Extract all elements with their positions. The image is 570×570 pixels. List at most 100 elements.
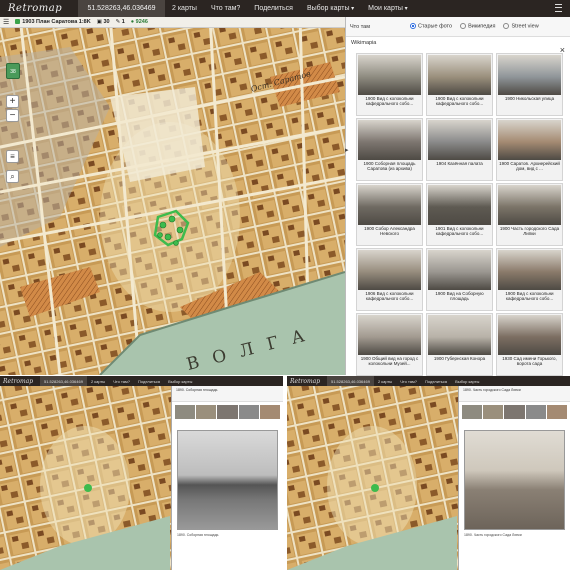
photo-caption[interactable]: 1900 Вид на Соборную площадь <box>428 291 491 310</box>
radio-old-photos[interactable]: Старые фото <box>410 23 453 30</box>
photo-caption[interactable]: 1900 Вид с колокольни кафедрального собо… <box>498 291 561 310</box>
photo-thumbnail[interactable] <box>428 55 491 95</box>
photo-caption[interactable]: 1900 Саратов. Архиерейский дом, вид с ..… <box>498 161 561 180</box>
zoom-out-button[interactable]: − <box>6 109 19 122</box>
mini-logo: Retromap <box>290 377 321 385</box>
historic-map-view[interactable]: Ост. Саратов ВОЛГА <box>0 17 345 375</box>
nav-two-maps[interactable]: 2 карты <box>165 5 204 12</box>
layers-icon[interactable]: ≡ <box>6 150 19 163</box>
photo-thumbnail[interactable] <box>428 185 491 225</box>
mini-nav-item: 2 карты <box>377 378 393 384</box>
hamburger-menu-icon[interactable] <box>555 4 562 12</box>
nav-my-maps[interactable]: Мои карты <box>361 5 414 12</box>
photo-caption[interactable]: 1900 Соборная площадь Саратова (из архив… <box>358 161 421 180</box>
radio-unchecked-icon <box>503 23 510 30</box>
map-color-icon <box>15 19 21 25</box>
photo-card[interactable]: 1900 Вид с колокольни кафедрального собо… <box>426 53 493 116</box>
photo-thumbnail[interactable] <box>498 315 561 355</box>
photo-thumbnail[interactable] <box>498 250 561 290</box>
nav-map-select[interactable]: Выбор карты <box>300 5 361 12</box>
panel-tab-label: Что там <box>350 23 371 30</box>
mini-thumb-strip <box>462 405 568 419</box>
map-canvas[interactable] <box>0 17 345 375</box>
photo-card[interactable]: 1900 Вид с колокольни кафедрального собо… <box>496 248 563 311</box>
map-name: 1903 План Саратова 1:8K <box>22 19 91 25</box>
radio-wikipedia[interactable]: Википедия <box>460 23 495 30</box>
mini-screenshot-right: Retromap 51.528263,46.036469 2 карты Что… <box>287 376 570 570</box>
photo-card[interactable]: 1906 Вид с колокольни кафедрального собо… <box>356 248 423 311</box>
mini-navbar-right: Retromap 51.528263,46.036469 2 карты Что… <box>287 376 570 386</box>
photo-caption[interactable]: 1901 Вид с колокольни кафедрального собо… <box>428 226 491 245</box>
photo-thumbnail[interactable] <box>358 315 421 355</box>
layers-count-button[interactable]: 38 <box>6 63 20 79</box>
photo-thumbnail[interactable] <box>428 120 491 160</box>
photo-caption[interactable]: 1900 Общий вид на город с колокольни Муз… <box>358 356 421 375</box>
photo-card[interactable]: 1900 Саратов. Архиерейский дом, вид с ..… <box>496 118 563 181</box>
photo-card[interactable]: 1900 Общий вид на город с колокольни Муз… <box>356 313 423 376</box>
photo-caption[interactable]: 1930 Сад имени Горького, ворота сада <box>498 356 561 375</box>
map-name-label[interactable]: 1903 План Саратова 1:8K <box>15 19 91 25</box>
radio-street-view[interactable]: Street view <box>503 23 539 30</box>
mini-nav-item: Поделиться <box>424 378 448 384</box>
radio-street-view-label: Street view <box>511 23 539 30</box>
mini-photo-caption: 1890. Соборная площадь <box>177 533 219 537</box>
photo-caption[interactable]: 1900 Никольская улица <box>498 96 561 115</box>
photo-card[interactable]: 1904 Казённая палата <box>426 118 493 181</box>
photo-thumbnail[interactable] <box>358 120 421 160</box>
zoom-in-button[interactable]: + <box>6 95 19 108</box>
nav-share[interactable]: Поделиться <box>247 5 300 12</box>
mini-nav-item: 2 карты <box>90 378 106 384</box>
photo-card[interactable]: 1900 Соборная площадь Саратова (из архив… <box>356 118 423 181</box>
radio-old-photos-label: Старые фото <box>418 23 453 30</box>
search-icon[interactable]: ⌕ <box>6 170 19 183</box>
photo-grid: 1900 Вид с колокольни кафедрального собо… <box>356 53 566 376</box>
photo-caption[interactable]: 1904 Казённая палата <box>428 161 491 180</box>
photo-caption[interactable]: 1906 Вид с колокольни кафедрального собо… <box>358 291 421 310</box>
radio-checked-icon <box>410 23 416 30</box>
screenshot-root: Retromap 51.528263,46.036469 2 карты Что… <box>0 0 570 570</box>
photo-card[interactable]: 1930 Сад имени Горького, ворота сада <box>496 313 563 376</box>
photo-card[interactable]: 1900 Вид с колокольни кафедрального собо… <box>356 53 423 116</box>
photo-caption[interactable]: 1900 Часть городского Сада Липки <box>498 226 561 245</box>
panel-source-tabs: Что там Старые фото Википедия Street vie… <box>346 17 570 37</box>
photo-caption[interactable]: 1900 Губернская Конора <box>428 356 491 375</box>
photo-card[interactable]: 1900 Часть городского Сада Липки <box>496 183 563 246</box>
top-navbar: Retromap 51.528263,46.036469 2 карты Что… <box>0 0 570 17</box>
retromap-logo[interactable]: Retromap <box>0 3 78 14</box>
mini-nav-item: Выбор карты <box>168 378 193 384</box>
screenshot-divider <box>283 376 287 570</box>
mini-panel-right: 1890. Часть городского Сада Липки 1890. … <box>458 386 570 570</box>
comments-count: 1 <box>121 19 125 25</box>
photo-thumbnail[interactable] <box>358 55 421 95</box>
mini-photo-caption: 1890. Часть городского Сада Липки <box>464 533 522 537</box>
menu-icon[interactable]: ☰ <box>3 18 9 26</box>
coordinates-display[interactable]: 51.528263,46.036469 <box>78 0 165 17</box>
photo-card[interactable]: 1901 Вид с колокольни кафедрального собо… <box>426 183 493 246</box>
photo-caption[interactable]: 1900 Вид с колокольни кафедрального собо… <box>358 96 421 115</box>
photo-caption[interactable]: 1900 Вид с колокольни кафедрального собо… <box>428 96 491 115</box>
mini-logo: Retromap <box>3 377 34 385</box>
photo-thumbnail[interactable] <box>498 185 561 225</box>
mini-panel-left: 1890. Соборная площадь 1890. Соборная пл… <box>171 386 283 570</box>
wikimapia-label[interactable]: Wikimapia <box>346 37 570 49</box>
nav-what-is-there[interactable]: Что там? <box>204 5 247 12</box>
photo-card[interactable]: 1900 Губернская Конора <box>426 313 493 376</box>
mini-nav-item: Поделиться <box>137 378 161 384</box>
comments-counter[interactable]: ✎ 1 <box>116 19 125 25</box>
photo-thumbnail[interactable] <box>358 185 421 225</box>
photo-card[interactable]: 1900 Вид на Соборную площадь <box>426 248 493 311</box>
photo-card[interactable]: 1900 Собор Александра Невского <box>356 183 423 246</box>
photo-thumbnail[interactable] <box>498 55 561 95</box>
photo-card[interactable]: 1900 Никольская улица <box>496 53 563 116</box>
photo-thumbnail[interactable] <box>498 120 561 160</box>
collapse-panel-icon[interactable]: ▸ <box>345 146 349 154</box>
photo-thumbnail[interactable] <box>358 250 421 290</box>
views-count: 30 <box>103 19 110 25</box>
mini-nav-item: Что там? <box>113 378 130 384</box>
radio-unchecked-icon <box>460 23 467 30</box>
photo-thumbnail[interactable] <box>428 315 491 355</box>
mini-large-photo <box>177 430 278 530</box>
mini-coords: 51.528263,46.036469 <box>40 376 87 386</box>
photo-caption[interactable]: 1900 Собор Александра Невского <box>358 226 421 245</box>
photo-thumbnail[interactable] <box>428 250 491 290</box>
